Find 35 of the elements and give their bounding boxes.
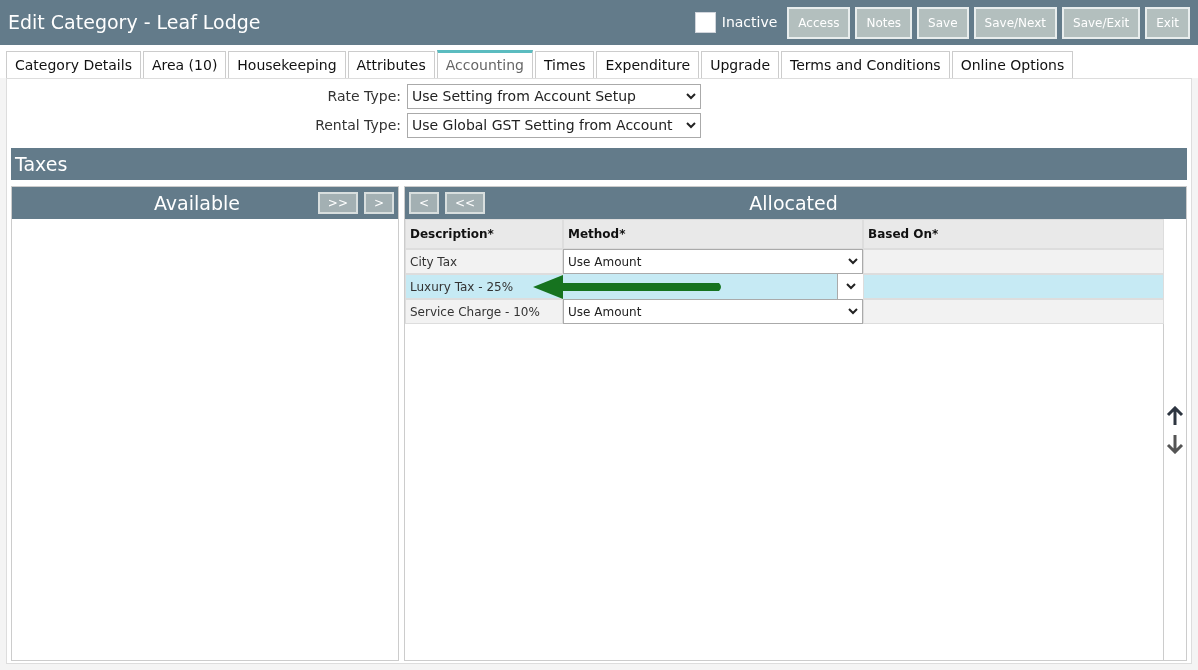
tab[interactable]: Category Details: [6, 51, 141, 78]
inactive-label: Inactive: [721, 13, 778, 32]
method-select[interactable]: Use Amount: [563, 249, 863, 274]
tab[interactable]: Attributes: [347, 51, 435, 78]
chevron-down-icon: [686, 122, 696, 129]
table-cell: City Tax: [405, 249, 563, 274]
chevron-down-icon: [845, 283, 856, 290]
table-cell: Service Charge - 10%: [405, 299, 563, 324]
chevron-down-icon: [848, 258, 858, 265]
method-select[interactable]: [837, 274, 863, 299]
tab[interactable]: Times: [534, 51, 595, 78]
tab[interactable]: Housekeeping: [228, 51, 346, 78]
tab[interactable]: Terms and Conditions: [781, 51, 950, 78]
arrow-up-icon[interactable]: [1166, 406, 1184, 426]
chevron-down-icon: [848, 308, 858, 315]
panel-title: Available: [152, 190, 241, 216]
column-header: Based On*: [863, 219, 1164, 249]
tab[interactable]: Upgrade: [701, 51, 780, 78]
table-cell: Luxury Tax - 25%: [405, 274, 563, 299]
panel-title: Allocated: [748, 190, 839, 216]
tab[interactable]: Online Options: [951, 51, 1074, 78]
tab[interactable]: Accounting: [436, 50, 533, 78]
column-header: Description*: [405, 219, 563, 249]
method-select[interactable]: Use Amount: [563, 299, 863, 324]
chevron-down-icon: [686, 93, 696, 100]
column-header: Method*: [563, 219, 863, 249]
select-field[interactable]: Use Setting from Account Setup: [407, 84, 701, 109]
window-title: Edit Category - Leaf Lodge: [8, 10, 262, 36]
field-label: Rental Type:: [314, 116, 401, 135]
section-header: Taxes: [11, 148, 1187, 180]
tab[interactable]: Expenditure: [596, 51, 700, 78]
field-label: Rate Type:: [326, 87, 401, 106]
select-field[interactable]: Use Global GST Setting from Account: [407, 113, 701, 138]
tab[interactable]: Area (10): [142, 51, 227, 78]
arrow-down-icon[interactable]: [1166, 434, 1184, 454]
